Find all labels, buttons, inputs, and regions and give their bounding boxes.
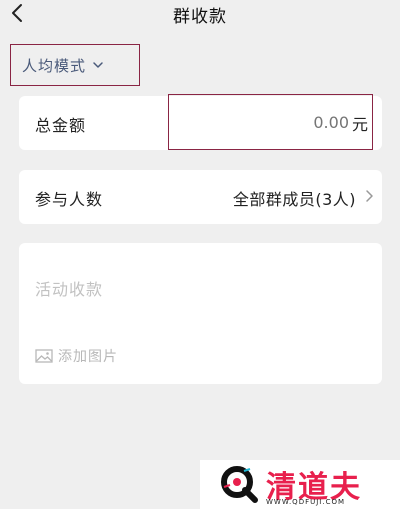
watermark-logo-icon — [221, 466, 258, 503]
add-image-button[interactable]: 添加图片 — [35, 346, 118, 366]
note-input[interactable]: 活动收款 — [35, 276, 103, 300]
image-icon — [35, 349, 53, 363]
total-amount-card: 总金额 元 — [19, 94, 382, 150]
participants-value: 全部群成员(3人) — [232, 190, 356, 209]
note-card: 活动收款 添加图片 — [19, 243, 382, 384]
participants-label: 参与人数 — [35, 190, 104, 209]
page-title: 群收款 — [173, 7, 227, 27]
split-mode-label: 人均模式 — [22, 56, 87, 75]
total-amount-input[interactable] — [169, 95, 353, 149]
screen: 群收款 人均模式 总金额 元 参与人数 全部群成员(3人) 活动收款 添加图片 — [0, 0, 400, 509]
nav-bar: 群收款 — [0, 0, 400, 30]
chevron-down-icon — [93, 62, 103, 68]
participants-row[interactable]: 参与人数 全部群成员(3人) — [19, 170, 382, 224]
amount-input-box: 元 — [168, 94, 373, 150]
split-mode-selector[interactable]: 人均模式 — [10, 44, 140, 86]
chevron-right-icon — [366, 190, 373, 202]
watermark: 清道夫 WWW.QDFUJI.COM — [200, 460, 400, 509]
watermark-url: WWW.QDFUJI.COM — [266, 498, 346, 506]
add-image-label: 添加图片 — [58, 349, 118, 365]
total-amount-label: 总金额 — [35, 116, 87, 135]
currency-unit: 元 — [351, 115, 368, 134]
